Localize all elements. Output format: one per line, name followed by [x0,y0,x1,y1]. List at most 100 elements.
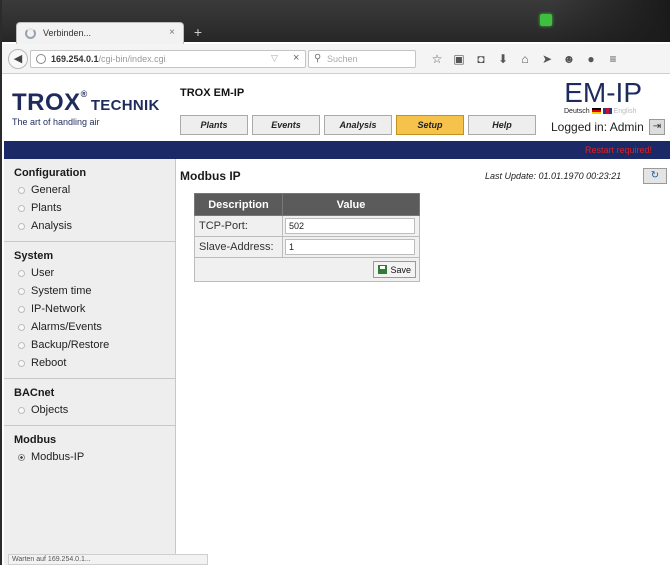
url-clear-icon[interactable]: × [293,52,299,64]
table-row: Slave-Address: [194,236,420,258]
menu-icon[interactable]: ≡ [602,49,624,69]
sidebar-item-system-time[interactable]: System time [14,282,165,300]
modbus-settings-table: Description Value TCP-Port: Slave-Addres… [194,193,420,282]
sidebar-item-label: Alarms/Events [31,321,102,333]
page-title: Modbus IP [180,169,241,183]
clipboard-icon[interactable]: ▣ [448,49,470,69]
logo-registered: ® [80,89,88,99]
tcp-port-label: TCP-Port: [194,215,283,237]
nav-tab-setup[interactable]: Setup [396,115,464,135]
globe-icon [36,54,46,64]
sidebar-item-alarms-events[interactable]: Alarms/Events [14,318,165,336]
uk-flag-icon[interactable] [602,108,612,115]
back-button[interactable]: ◀ [8,49,28,69]
sidebar-divider [4,241,175,242]
slave-address-cell [282,236,420,258]
radio-icon [18,341,25,349]
radio-icon [18,222,25,230]
browser-window: Verbinden... × + ◀ 169.254.0.1/cgi-bin/i… [0,0,670,565]
sidebar-item-label: Analysis [31,220,72,232]
titlebar-shade [550,0,670,42]
sidebar-item-label: IP-Network [31,303,86,315]
loading-spinner-icon [25,28,36,39]
save-button[interactable]: Save [373,261,416,278]
app-title: TROX EM-IP [180,87,245,99]
sidebar-item-plants[interactable]: Plants [14,199,165,217]
page-header: TROX®TECHNIK The art of handling air TRO… [4,75,670,141]
browser-toolbar: ◀ 169.254.0.1/cgi-bin/index.cgi ▽ × ⚲ Su… [2,44,670,74]
url-bar[interactable]: 169.254.0.1/cgi-bin/index.cgi ▽ × [30,50,306,68]
main-nav: Plants Events Analysis Setup Help [180,115,540,135]
chat-icon[interactable]: ● [580,49,602,69]
save-label: Save [390,264,411,275]
radio-icon [18,269,25,277]
search-icon: ⚲ [314,53,322,64]
browser-titlebar: Verbinden... × + [2,0,670,44]
sidebar-item-label: Modbus-IP [31,451,85,463]
logged-in-status: Logged in: Admin [551,120,644,134]
nav-tab-help[interactable]: Help [468,115,536,135]
sidebar-item-label: User [31,267,55,279]
tcp-port-input[interactable] [285,218,415,234]
pocket-icon[interactable]: ◘ [470,49,492,69]
home-icon[interactable]: ⌂ [514,49,536,69]
sidebar-item-reboot[interactable]: Reboot [14,354,165,372]
search-bar[interactable]: ⚲ Suchen [308,50,416,68]
send-icon[interactable]: ➤ [536,49,558,69]
column-header-value: Value [282,193,420,216]
radio-icon [18,359,25,367]
sidebar-divider [4,425,175,426]
toolbar-icons: ☆ ▣ ◘ ⬇ ⌂ ➤ ☻ ● ≡ [426,49,624,69]
tab-close-icon[interactable]: × [169,27,175,38]
url-text: 169.254.0.1/cgi-bin/index.cgi [51,54,166,64]
sidebar-item-label: Objects [31,404,69,416]
radio-icon [18,186,25,194]
sidebar-heading: Modbus [14,434,57,446]
sidebar-item-objects[interactable]: Objects [14,401,165,419]
slave-address-label: Slave-Address: [194,236,283,258]
radio-icon [18,323,25,331]
sidebar-item-backup-restore[interactable]: Backup/Restore [14,336,165,354]
sidebar-heading: BACnet [14,387,55,399]
sidebar-item-analysis[interactable]: Analysis [14,217,165,235]
sidebar-heading: System [14,250,54,262]
smiley-icon[interactable]: ☻ [558,49,580,69]
nav-tab-analysis[interactable]: Analysis [324,115,392,135]
table-header-row: Description Value [194,193,420,216]
new-tab-button[interactable]: + [190,24,206,40]
slave-address-input[interactable] [285,239,415,255]
sidebar-item-user[interactable]: User [14,264,165,282]
status-bar-blue: Restart required! [4,141,670,159]
sidebar-item-label: System time [31,285,92,297]
sidebar-item-label: General [31,184,71,196]
web-page: TROX®TECHNIK The art of handling air TRO… [4,75,670,565]
lang-deutsch-link[interactable]: Deutsch [564,108,590,115]
url-path: /cgi-bin/index.cgi [98,54,166,64]
tcp-port-cell [282,215,420,237]
sidebar-section-system: System User System time IP-Network Alarm… [4,250,175,372]
nav-tab-events[interactable]: Events [252,115,320,135]
logout-button[interactable]: ⇥ [649,119,665,135]
url-host: 169.254.0.1 [51,54,99,64]
radio-icon [18,406,25,414]
sidebar-item-ip-network[interactable]: IP-Network [14,300,165,318]
sidebar-item-label: Plants [31,202,62,214]
download-icon[interactable]: ⬇ [492,49,514,69]
german-flag-icon[interactable] [591,108,601,115]
radio-icon [18,287,25,295]
url-dropdown-icon[interactable]: ▽ [271,53,278,64]
language-selector: Deutsch English [564,108,637,115]
refresh-button[interactable]: ↻ [643,168,667,184]
lang-english-link[interactable]: English [614,108,637,115]
browser-tab[interactable]: Verbinden... × [16,22,184,44]
product-name: EM-IP [564,77,642,108]
radio-icon [18,204,25,212]
table-row: TCP-Port: [194,215,420,237]
sidebar-item-modbus-ip[interactable]: Modbus-IP [14,448,165,466]
star-icon[interactable]: ☆ [426,49,448,69]
sidebar: Configuration General Plants Analysis Sy… [4,159,176,565]
logo-technik: TECHNIK [90,97,160,114]
nav-tab-plants[interactable]: Plants [180,115,248,135]
sidebar-item-general[interactable]: General [14,181,165,199]
floppy-disk-icon [378,265,388,274]
